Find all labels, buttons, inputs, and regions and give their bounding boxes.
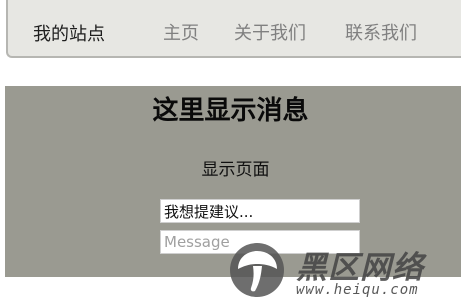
site-brand[interactable]: 我的站点 [33,20,105,46]
page-subtext: 显示页面 [201,160,270,180]
nav-link-about[interactable]: 关于我们 [234,19,306,45]
nav-link-contact[interactable]: 联系我们 [345,19,417,45]
watermark-url: www.heiqu.com [296,282,419,298]
mushroom-logo-icon [230,243,284,297]
navbar: 我的站点 主页 关于我们 联系我们 [6,0,461,58]
watermark-title: 黑区网络 [296,250,424,286]
suggestion-input[interactable] [160,199,360,223]
nav-link-home[interactable]: 主页 [163,19,199,45]
watermark: 黑区网络 www.heiqu.com [226,240,461,308]
message-headline: 这里显示消息 [152,96,309,126]
